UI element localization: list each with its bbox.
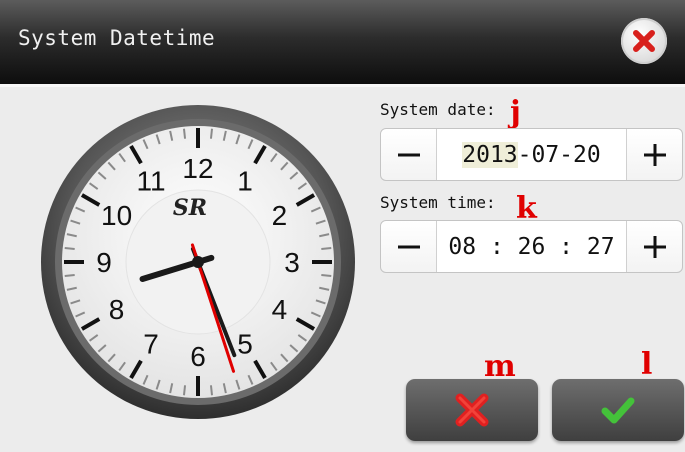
clock-minor-tick (321, 273, 332, 278)
system-date-label: System date: (380, 100, 496, 119)
dialog-title: System Datetime (18, 26, 216, 50)
confirm-button[interactable] (552, 379, 684, 441)
clock-number-2: 2 (272, 200, 288, 231)
datetime-dialog: System Datetime 12 1 2 3 4 5 6 7 8 9 10 11 SR (0, 0, 685, 452)
cancel-button[interactable] (406, 379, 538, 441)
system-time-label: System time: (380, 193, 496, 212)
clock-number-9: 9 (96, 247, 112, 278)
clock-number-1: 1 (237, 166, 253, 197)
clock-number-6: 6 (190, 341, 206, 372)
time-increment-button[interactable] (626, 221, 682, 272)
marker-j: j (510, 95, 521, 130)
plus-icon (643, 143, 666, 166)
date-stepper: 2013 -07-20 (380, 128, 683, 181)
clock-minor-tick (64, 273, 75, 278)
marker-m: m (484, 349, 516, 384)
time-decrement-button[interactable] (381, 221, 437, 272)
time-input[interactable]: 08 : 26 : 27 (437, 221, 626, 272)
clock-minor-tick (182, 128, 187, 139)
marker-l: l (641, 347, 653, 382)
clock-minor-tick (64, 246, 75, 251)
close-button[interactable] (621, 18, 667, 64)
minus-icon (397, 153, 420, 156)
clock-number-8: 8 (109, 294, 125, 325)
title-separator (0, 84, 685, 87)
clock-number-5: 5 (237, 328, 253, 359)
clock-number-4: 4 (272, 294, 288, 325)
clock-number-12: 12 (182, 153, 213, 184)
date-input[interactable]: 2013 -07-20 (437, 129, 626, 180)
plus-icon (643, 235, 666, 258)
clock-number-7: 7 (143, 328, 159, 359)
clock-number-11: 11 (136, 166, 165, 197)
date-year-segment[interactable]: 2013 (462, 141, 518, 168)
green-check-icon (601, 397, 635, 424)
time-stepper: 08 : 26 : 27 (380, 220, 683, 273)
close-icon (633, 30, 655, 52)
clock-center-cap (192, 256, 204, 268)
analog-clock: 12 12 3 45678 9 1011 SR (41, 105, 355, 419)
clock-number-10: 10 (101, 200, 132, 231)
red-x-icon (455, 393, 489, 427)
clock-number-3: 3 (284, 247, 300, 278)
date-month-day-segment[interactable]: -07-20 (518, 142, 601, 168)
title-bar: System Datetime (0, 0, 685, 84)
date-decrement-button[interactable] (381, 129, 437, 180)
clock-minor-tick (182, 385, 187, 396)
date-increment-button[interactable] (626, 129, 682, 180)
clock-minor-tick (321, 246, 332, 251)
minus-icon (397, 245, 420, 248)
clock-minor-tick (209, 128, 214, 139)
clock-brand: SR (173, 195, 207, 221)
clock-minor-tick (209, 385, 214, 396)
